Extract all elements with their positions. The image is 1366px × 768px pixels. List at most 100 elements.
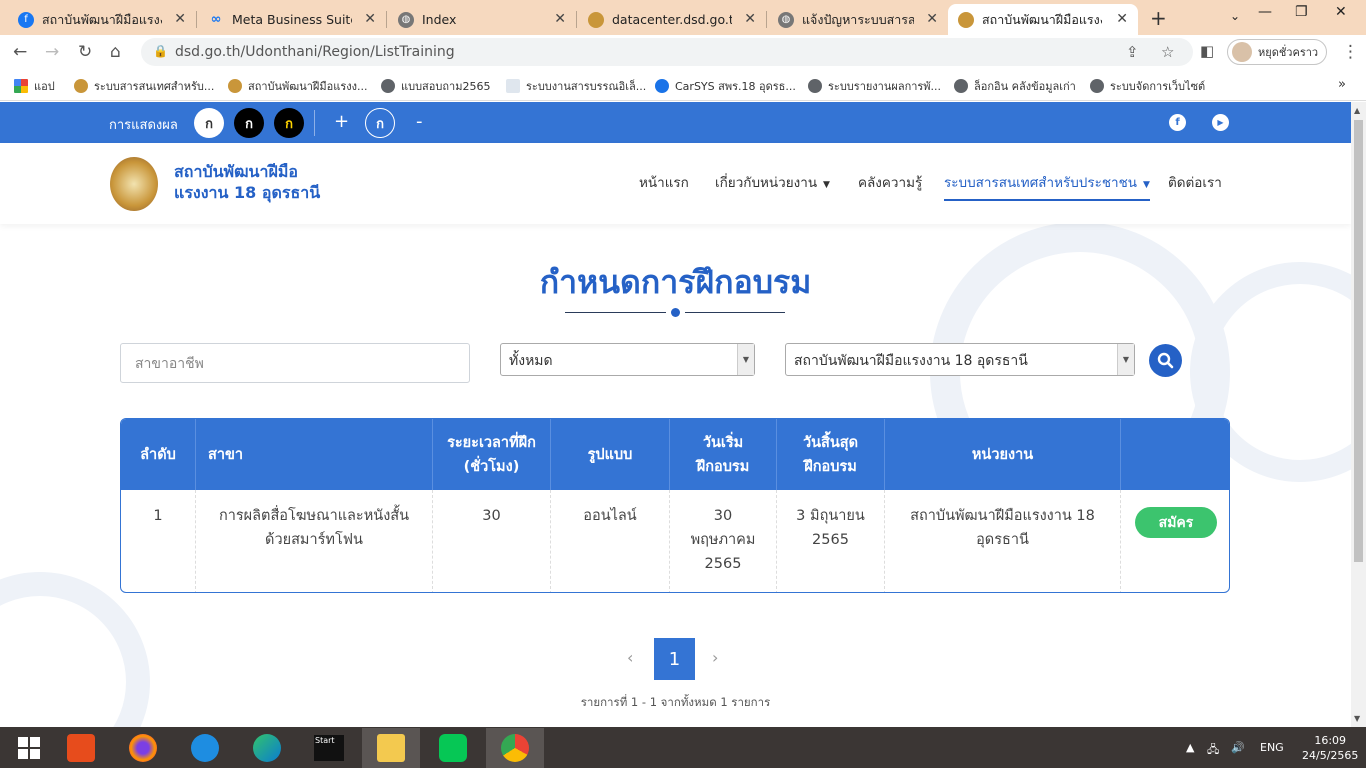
menu-kebab-icon[interactable]: ⋮: [1342, 42, 1359, 62]
home-icon[interactable]: ⌂: [110, 42, 121, 62]
page-scrollbar[interactable]: ▲ ▼: [1351, 102, 1366, 727]
bookmark-item[interactable]: ระบบงานสารบรรณอิเล็...: [506, 77, 646, 95]
dsd-seal-icon: [228, 79, 242, 93]
browser-tab[interactable]: ∞ Meta Business Suite ✕: [198, 4, 386, 35]
facebook-icon: f: [18, 11, 34, 28]
close-tab-icon[interactable]: ✕: [744, 11, 756, 27]
new-tab-icon[interactable]: +: [1150, 6, 1167, 30]
nav-info-system[interactable]: ระบบสารสนเทศสำหรับประชาชน ▼: [944, 171, 1150, 201]
bookmark-item[interactable]: ระบบรายงานผลการพั...: [808, 77, 941, 95]
facebook-icon[interactable]: f: [1169, 114, 1186, 131]
header-mode: รูปแบบ: [551, 419, 670, 490]
bookmark-apps[interactable]: แอป: [14, 77, 55, 95]
maximize-icon[interactable]: ❐: [1295, 4, 1308, 20]
header-no: ลำดับ: [121, 419, 196, 490]
side-panel-icon[interactable]: ◧: [1200, 42, 1214, 60]
bookmark-item[interactable]: ระบบสารสนเทศสำหรับ...: [74, 77, 214, 95]
reload-icon[interactable]: ↻: [78, 42, 92, 62]
profile-button[interactable]: หยุดชั่วคราว: [1227, 39, 1327, 65]
nav-home[interactable]: หน้าแรก: [639, 171, 689, 193]
display-label: การแสดงผล: [109, 118, 178, 133]
taskbar-line[interactable]: [424, 728, 482, 768]
dropdown-arrow-icon[interactable]: ▼: [737, 344, 754, 375]
lock-icon[interactable]: 🔒: [153, 44, 168, 58]
font-normal-button[interactable]: ก: [365, 108, 395, 138]
cell-agency: สถาบันพัฒนาฝีมือแรงงาน 18 อุดรธานี: [885, 490, 1121, 592]
browser-tab[interactable]: f สถาบันพัฒนาฝีมือแรงงาน ✕: [8, 4, 196, 35]
nav-about[interactable]: เกี่ยวกับหน่วยงาน ▼: [715, 171, 830, 193]
youtube-icon[interactable]: ▶: [1212, 114, 1229, 131]
bookmark-item[interactable]: แบบสอบถาม2565: [381, 77, 490, 95]
back-icon[interactable]: ←: [13, 42, 27, 62]
network-icon[interactable]: 🖧: [1207, 741, 1219, 760]
tab-search-icon[interactable]: ⌄: [1230, 9, 1240, 23]
browser-tab[interactable]: ◍ แจ้งปัญหาระบบสารสนเทศ ✕: [768, 4, 948, 35]
scrollbar-thumb[interactable]: [1354, 120, 1363, 562]
close-tab-icon[interactable]: ✕: [364, 11, 376, 27]
tab-separator: [576, 11, 577, 28]
header-start-date: วันเริ่ม ฝึกอบรม: [670, 419, 777, 490]
bookmark-item[interactable]: ระบบจัดการเว็บไซต์: [1090, 77, 1205, 95]
volume-icon[interactable]: 🔊: [1231, 741, 1245, 754]
page-title: กำหนดการฝึกอบรม: [539, 263, 812, 301]
apply-button[interactable]: สมัคร: [1135, 507, 1217, 538]
occupation-search-input[interactable]: สาขาอาชีพ: [120, 343, 470, 383]
dsd-seal-icon: [588, 11, 604, 28]
close-window-icon[interactable]: ✕: [1335, 4, 1347, 20]
taskbar-office[interactable]: [52, 728, 110, 768]
site-name[interactable]: สถาบันพัฒนาฝีมือ แรงงาน 18 อุดรธานี: [174, 161, 320, 203]
bookmark-star-icon[interactable]: ☆: [1161, 43, 1174, 61]
office-icon: [67, 734, 95, 762]
scroll-down-icon[interactable]: ▼: [1354, 714, 1360, 723]
close-tab-icon[interactable]: ✕: [926, 11, 938, 27]
bookmark-item[interactable]: ล็อกอิน คลังข้อมูลเก่า: [954, 77, 1076, 95]
bookmark-item[interactable]: CarSYS สพร.18 อุดรธ...: [655, 77, 796, 95]
address-bar[interactable]: 🔒 dsd.go.th/Udonthani/Region/ListTrainin…: [141, 38, 1193, 66]
taskbar-edge[interactable]: [238, 728, 296, 768]
browser-tab[interactable]: ◍ Index ✕: [388, 4, 576, 35]
close-tab-icon[interactable]: ✕: [554, 11, 566, 27]
browser-tab[interactable]: datacenter.dsd.go.th | ✕: [578, 4, 766, 35]
globe-icon: [381, 79, 395, 93]
contrast-default-button[interactable]: ก: [194, 108, 224, 138]
minimize-icon[interactable]: —: [1258, 4, 1272, 20]
contrast-dark-button[interactable]: ก: [234, 108, 264, 138]
agency-select[interactable]: สถาบันพัฒนาฝีมือแรงงาน 18 อุดรธานี ▼: [785, 343, 1135, 376]
language-indicator[interactable]: ENG: [1260, 741, 1284, 754]
taskbar-file-explorer[interactable]: [362, 728, 420, 768]
car-icon: [655, 79, 669, 93]
browser-tab-strip: f สถาบันพัฒนาฝีมือแรงงาน ✕ ∞ Meta Busine…: [0, 0, 1366, 35]
close-tab-icon[interactable]: ✕: [174, 11, 186, 27]
taskbar-chrome[interactable]: [486, 728, 544, 768]
taskbar-start-app[interactable]: Start: [300, 728, 358, 768]
training-type-select[interactable]: ทั้งหมด ▼: [500, 343, 755, 376]
contrast-yellow-button[interactable]: ก: [274, 108, 304, 138]
taskbar-ie[interactable]: [176, 728, 234, 768]
windows-start-button[interactable]: [0, 728, 58, 768]
close-tab-icon[interactable]: ✕: [1116, 11, 1128, 27]
show-hidden-icons-icon[interactable]: ▲: [1186, 741, 1194, 754]
more-bookmarks-icon[interactable]: »: [1338, 77, 1346, 92]
table-header: ลำดับ สาขา ระยะเวลาที่ฝึก (ชั่วโมง) รูปแบ…: [121, 419, 1229, 490]
next-page-icon[interactable]: ›: [712, 648, 718, 667]
scroll-up-icon[interactable]: ▲: [1354, 106, 1360, 115]
cell-hours: 30: [433, 490, 551, 592]
taskbar-firefox[interactable]: [114, 728, 172, 768]
dsd-logo[interactable]: [110, 157, 158, 211]
nav-knowledge[interactable]: คลังความรู้: [858, 171, 922, 193]
share-icon[interactable]: ⇪: [1126, 43, 1139, 61]
browser-tab-active[interactable]: สถาบันพัฒนาฝีมือแรงงาน ✕: [948, 4, 1138, 35]
nav-contact[interactable]: ติดต่อเรา: [1168, 171, 1222, 193]
system-clock[interactable]: 16:09 24/5/2565: [1302, 733, 1358, 763]
font-decrease-button[interactable]: -: [416, 111, 423, 132]
prev-page-icon[interactable]: ‹: [627, 648, 633, 667]
page-1-button[interactable]: 1: [654, 638, 695, 680]
search-button[interactable]: [1149, 344, 1182, 377]
start-app-icon: Start: [314, 735, 344, 761]
bookmark-item[interactable]: สถาบันพัฒนาฝีมือแรงง...: [228, 77, 367, 95]
dropdown-arrow-icon[interactable]: ▼: [1117, 344, 1134, 375]
avatar: [1232, 42, 1252, 62]
font-increase-button[interactable]: +: [334, 111, 349, 132]
forward-icon[interactable]: →: [45, 42, 59, 62]
url-text[interactable]: dsd.go.th/Udonthani/Region/ListTraining: [175, 44, 455, 60]
